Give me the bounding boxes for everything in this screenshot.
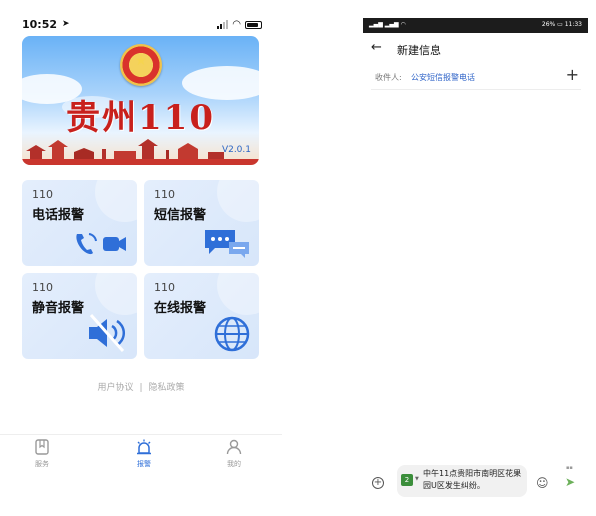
cellular-signal-icon [217, 20, 229, 29]
banner-title: 贵州110 [66, 98, 215, 138]
card-label: 电话报警 [32, 208, 85, 223]
right-phone-screen: ▂▄▆ ▂▄▆ ◠ 26% ▭ 11:33 ← 新建信息 收件人: 公安短信报警… [363, 18, 588, 500]
chevron-down-icon[interactable]: ▼ [415, 476, 419, 482]
card-number: 110 [154, 188, 175, 201]
silent-report-card[interactable]: 110 静音报警 [22, 273, 137, 359]
privacy-policy-link[interactable]: 隐私政策 [149, 383, 185, 393]
user-profile-icon [226, 439, 242, 455]
status-bar: ▂▄▆ ▂▄▆ ◠ 26% ▭ 11:33 [363, 18, 588, 33]
message-header: ← 新建信息 [363, 34, 588, 62]
status-time: 10:52 [22, 18, 58, 31]
phone-video-icon [76, 233, 126, 255]
tab-label: 报警 [137, 460, 151, 468]
wifi-icon: ◠ [232, 19, 241, 30]
tab-report[interactable]: 报警 [124, 439, 164, 469]
battery-icon [245, 20, 262, 29]
recipient-row[interactable]: 收件人: 公安短信报警电话 + [371, 65, 581, 90]
phone-report-card[interactable]: 110 电话报警 [22, 180, 137, 266]
tab-mine[interactable]: 我的 [214, 439, 254, 469]
add-recipient-icon[interactable]: + [566, 65, 579, 84]
sim-card-icon[interactable]: 2 [401, 474, 413, 486]
back-arrow-icon[interactable]: ← [371, 40, 382, 55]
attach-plus-icon[interactable]: + [372, 477, 384, 489]
card-label: 短信报警 [154, 208, 207, 223]
page-title: 新建信息 [397, 44, 441, 57]
send-icon[interactable]: ➤ [565, 475, 575, 489]
recipient-label: 收件人: [375, 73, 402, 82]
card-number: 110 [32, 281, 53, 294]
app-version: V2.0.1 [221, 145, 251, 155]
message-text: 中午11点贵阳市南明区花果园U区发生纠纷。 [423, 469, 522, 490]
message-composer: + 2 ▼ 中午11点贵阳市南明区花果园U区发生纠纷。 ☺ ▪▪ ➤ [363, 461, 588, 499]
tab-service[interactable]: 服务 [22, 439, 62, 469]
app-banner: ★ 贵州110 V2.0.1 [22, 36, 259, 165]
card-label: 静音报警 [32, 301, 85, 316]
tab-label: 我的 [227, 460, 241, 468]
emoji-icon[interactable]: ☺ [536, 476, 549, 490]
speaker-muted-icon [89, 314, 126, 352]
sms-report-card[interactable]: 110 短信报警 [144, 180, 259, 266]
recipient-value[interactable]: 公安短信报警电话 [411, 72, 475, 83]
police-emblem-icon: ★ [120, 44, 162, 86]
footer-links: 用户协议 | 隐私政策 [0, 380, 282, 393]
message-bubble-icon [205, 230, 249, 258]
tab-label: 服务 [35, 460, 49, 468]
location-icon: ➤ [62, 19, 70, 29]
card-number: 110 [154, 281, 175, 294]
card-label: 在线报警 [154, 301, 207, 316]
status-time: 11:33 [564, 21, 582, 28]
left-phone-screen: 10:52 ➤ ◠ ★ 贵州110 V2.0.1 110 电话报警 110 短信… [0, 0, 300, 516]
online-report-card[interactable]: 110 在线报警 [144, 273, 259, 359]
card-number: 110 [32, 188, 53, 201]
alarm-siren-icon [137, 439, 151, 455]
battery-level: 26% [541, 21, 556, 28]
link-separator: | [139, 383, 143, 393]
signal-icons: ▂▄▆ ▂▄▆ ◠ [369, 21, 406, 28]
globe-icon [214, 316, 250, 352]
message-input[interactable]: 2 ▼ 中午11点贵阳市南明区花果园U区发生纠纷。 [397, 465, 527, 497]
sim-indicator: ▪▪ [566, 465, 573, 471]
user-agreement-link[interactable]: 用户协议 [97, 383, 133, 393]
bottom-tab-bar: 服务 报警 我的 [0, 434, 282, 474]
bookmark-book-icon [35, 439, 49, 455]
status-bar: 10:52 ➤ ◠ [22, 18, 262, 34]
